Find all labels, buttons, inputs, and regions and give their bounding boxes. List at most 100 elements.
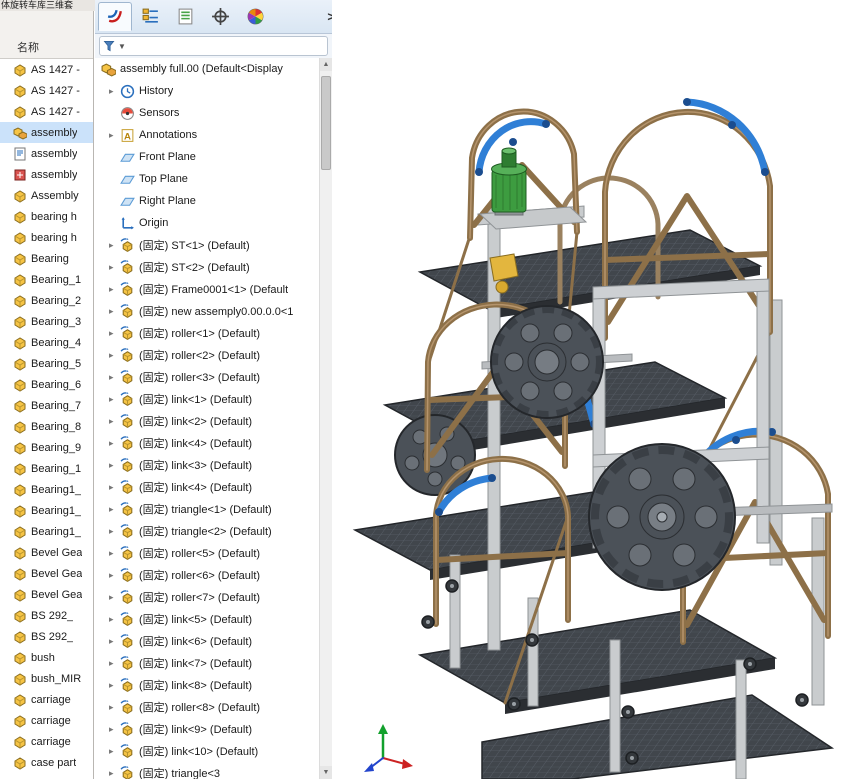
tree-item[interactable]: ▸(固定) roller<3> (Default) [95, 366, 319, 388]
tab-configurationmanager[interactable] [168, 2, 202, 31]
file-list-item[interactable]: Bearing_6 [0, 374, 93, 395]
scroll-down-button[interactable]: ▼ [320, 766, 332, 779]
file-list-item[interactable]: Bearing1_ [0, 500, 93, 521]
tree-item[interactable]: Front Plane [95, 146, 319, 168]
tab-displaymanager[interactable] [238, 2, 272, 31]
tree-item[interactable]: ▸(固定) roller<7> (Default) [95, 586, 319, 608]
file-list-item[interactable]: assembly [0, 122, 93, 143]
tab-featuremanager[interactable] [98, 2, 132, 31]
expand-arrow-icon[interactable]: ▸ [109, 438, 120, 449]
file-list-item[interactable]: assembly [0, 164, 93, 185]
expand-arrow-icon[interactable]: ▸ [109, 416, 120, 427]
tree-item[interactable]: Top Plane [95, 168, 319, 190]
tree-item[interactable]: ▸AAnnotations [95, 124, 319, 146]
tree-item[interactable]: ▸(固定) roller<2> (Default) [95, 344, 319, 366]
tree-item[interactable]: ▸(固定) link<1> (Default) [95, 388, 319, 410]
expand-arrow-icon[interactable]: ▸ [109, 636, 120, 647]
expand-arrow-icon[interactable]: ▸ [109, 394, 120, 405]
scroll-up-button[interactable]: ▲ [320, 58, 332, 71]
tree-item[interactable]: ▸(固定) link<7> (Default) [95, 652, 319, 674]
expand-arrow-icon[interactable]: ▸ [109, 724, 120, 735]
expand-arrow-icon[interactable]: ▸ [109, 284, 120, 295]
expand-arrow-icon[interactable]: ▸ [109, 680, 120, 691]
file-list-item[interactable]: AS 1427 - [0, 101, 93, 122]
3d-viewport[interactable] [332, 0, 850, 779]
tree-item[interactable]: ▸(固定) link<4> (Default) [95, 432, 319, 454]
expand-arrow-icon[interactable]: ▸ [109, 372, 120, 383]
expand-arrow-icon[interactable]: ▸ [109, 306, 120, 317]
tree-item[interactable]: ▸History [95, 80, 319, 102]
tree-item[interactable]: ▸(固定) new assemply0.00.0.0<1 [95, 300, 319, 322]
file-list-item[interactable]: BS 292_ [0, 605, 93, 626]
file-list-item[interactable]: bearing h [0, 227, 93, 248]
file-list-item[interactable]: assembly [0, 143, 93, 164]
expand-arrow-icon[interactable]: ▸ [109, 526, 120, 537]
file-list-item[interactable]: Bearing_9 [0, 437, 93, 458]
file-list-item[interactable]: Bearing_7 [0, 395, 93, 416]
tree-item[interactable]: ▸(固定) link<2> (Default) [95, 410, 319, 432]
expand-arrow-icon[interactable]: ▸ [109, 504, 120, 515]
file-list-item[interactable]: Bearing_1 [0, 458, 93, 479]
file-list-item[interactable]: Bearing_2 [0, 290, 93, 311]
tree-item[interactable]: ▸(固定) link<10> (Default) [95, 740, 319, 762]
tree-item[interactable]: Sensors [95, 102, 319, 124]
expand-arrow-icon[interactable]: ▸ [109, 482, 120, 493]
file-list-item[interactable]: carriage [0, 710, 93, 731]
file-list-item[interactable]: bush [0, 647, 93, 668]
expand-arrow-icon[interactable]: ▸ [109, 702, 120, 713]
tree-item[interactable]: Origin [95, 212, 319, 234]
tree-item[interactable]: ▸(固定) roller<5> (Default) [95, 542, 319, 564]
file-list-header[interactable]: 名称 [0, 11, 93, 59]
file-list-item[interactable]: AS 1427 - [0, 80, 93, 101]
expand-arrow-icon[interactable]: ▸ [109, 658, 120, 669]
file-list-item[interactable]: Bearing1_ [0, 479, 93, 500]
tree-item[interactable]: ▸(固定) ST<1> (Default) [95, 234, 319, 256]
file-list-item[interactable]: carriage [0, 731, 93, 752]
tree-item[interactable]: ▸(固定) link<9> (Default) [95, 718, 319, 740]
file-list-item[interactable]: Bearing_8 [0, 416, 93, 437]
tree-item[interactable]: ▸(固定) triangle<2> (Default) [95, 520, 319, 542]
tree-root-item[interactable]: assembly full.00 (Default<Display [95, 58, 319, 80]
expand-arrow-icon[interactable]: ▸ [109, 570, 120, 581]
expand-arrow-icon[interactable]: ▸ [109, 262, 120, 273]
tree-item[interactable]: ▸(固定) link<3> (Default) [95, 454, 319, 476]
file-list-item[interactable]: carriage [0, 689, 93, 710]
expand-arrow-icon[interactable]: ▸ [109, 240, 120, 251]
expand-arrow-icon[interactable]: ▸ [109, 328, 120, 339]
file-list-item[interactable]: bearing h [0, 206, 93, 227]
scrollbar-thumb[interactable] [321, 76, 331, 170]
file-list-item[interactable]: Bearing_3 [0, 311, 93, 332]
tree-item[interactable]: ▸(固定) roller<6> (Default) [95, 564, 319, 586]
tree-scrollbar[interactable]: ▲ ▼ [319, 58, 332, 779]
tree-item[interactable]: ▸(固定) link<8> (Default) [95, 674, 319, 696]
expand-arrow-icon[interactable]: ▸ [109, 86, 120, 97]
tab-propertymanager[interactable] [133, 2, 167, 31]
tree-item[interactable]: ▸(固定) roller<8> (Default) [95, 696, 319, 718]
tree-item[interactable]: ▸(固定) triangle<1> (Default) [95, 498, 319, 520]
expand-arrow-icon[interactable]: ▸ [109, 768, 120, 779]
file-list-item[interactable]: case part [0, 752, 93, 773]
file-list-item[interactable]: Bearing [0, 248, 93, 269]
tree-item[interactable]: ▸(固定) link<6> (Default) [95, 630, 319, 652]
name-column-header[interactable]: 名称 [17, 39, 39, 55]
file-list-item[interactable]: Bearing_5 [0, 353, 93, 374]
tree-item[interactable]: ▸(固定) link<5> (Default) [95, 608, 319, 630]
file-list-item[interactable]: bush_MIR [0, 668, 93, 689]
file-list-item[interactable]: Bearing_4 [0, 332, 93, 353]
tree-filter-input[interactable]: ▼ [99, 36, 328, 56]
file-list-item[interactable]: Bearing_1 [0, 269, 93, 290]
expand-arrow-icon[interactable]: ▸ [109, 746, 120, 757]
file-list-item[interactable]: Bevel Gea [0, 563, 93, 584]
tab-dimxpertmanager[interactable] [203, 2, 237, 31]
file-list-item[interactable]: Bevel Gea [0, 542, 93, 563]
expand-arrow-icon[interactable]: ▸ [109, 130, 120, 141]
tree-item[interactable]: ▸(固定) Frame0001<1> (Default [95, 278, 319, 300]
expand-arrow-icon[interactable]: ▸ [109, 460, 120, 471]
tree-item[interactable]: ▸(固定) triangle<3 [95, 762, 319, 779]
expand-arrow-icon[interactable]: ▸ [109, 592, 120, 603]
file-list-item[interactable]: Assembly [0, 185, 93, 206]
expand-arrow-icon[interactable]: ▸ [109, 350, 120, 361]
file-list-item[interactable]: Bevel Gea [0, 584, 93, 605]
tree-item[interactable]: Right Plane [95, 190, 319, 212]
tree-item[interactable]: ▸(固定) ST<2> (Default) [95, 256, 319, 278]
